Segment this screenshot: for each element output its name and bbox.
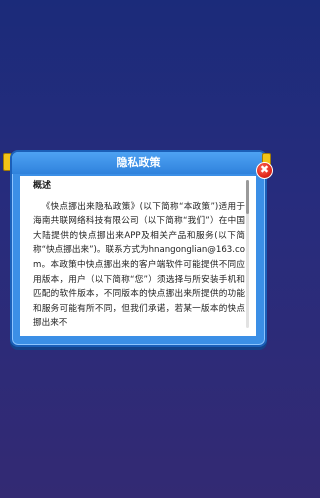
- policy-content-panel[interactable]: 概述 《快点挪出来隐私政策》(以下简称“本政策”)适用于海南共联网络科技有限公司…: [20, 176, 256, 336]
- scrollbar-thumb[interactable]: [246, 180, 249, 214]
- section-heading: 概述: [33, 181, 52, 191]
- dialog-title: 隐私政策: [12, 152, 265, 174]
- policy-body-text: 《快点挪出来隐私政策》(以下简称“本政策”)适用于海南共联网络科技有限公司（以下…: [33, 201, 245, 329]
- close-icon[interactable]: ✖: [256, 162, 273, 179]
- content-scrollbar[interactable]: [246, 180, 249, 328]
